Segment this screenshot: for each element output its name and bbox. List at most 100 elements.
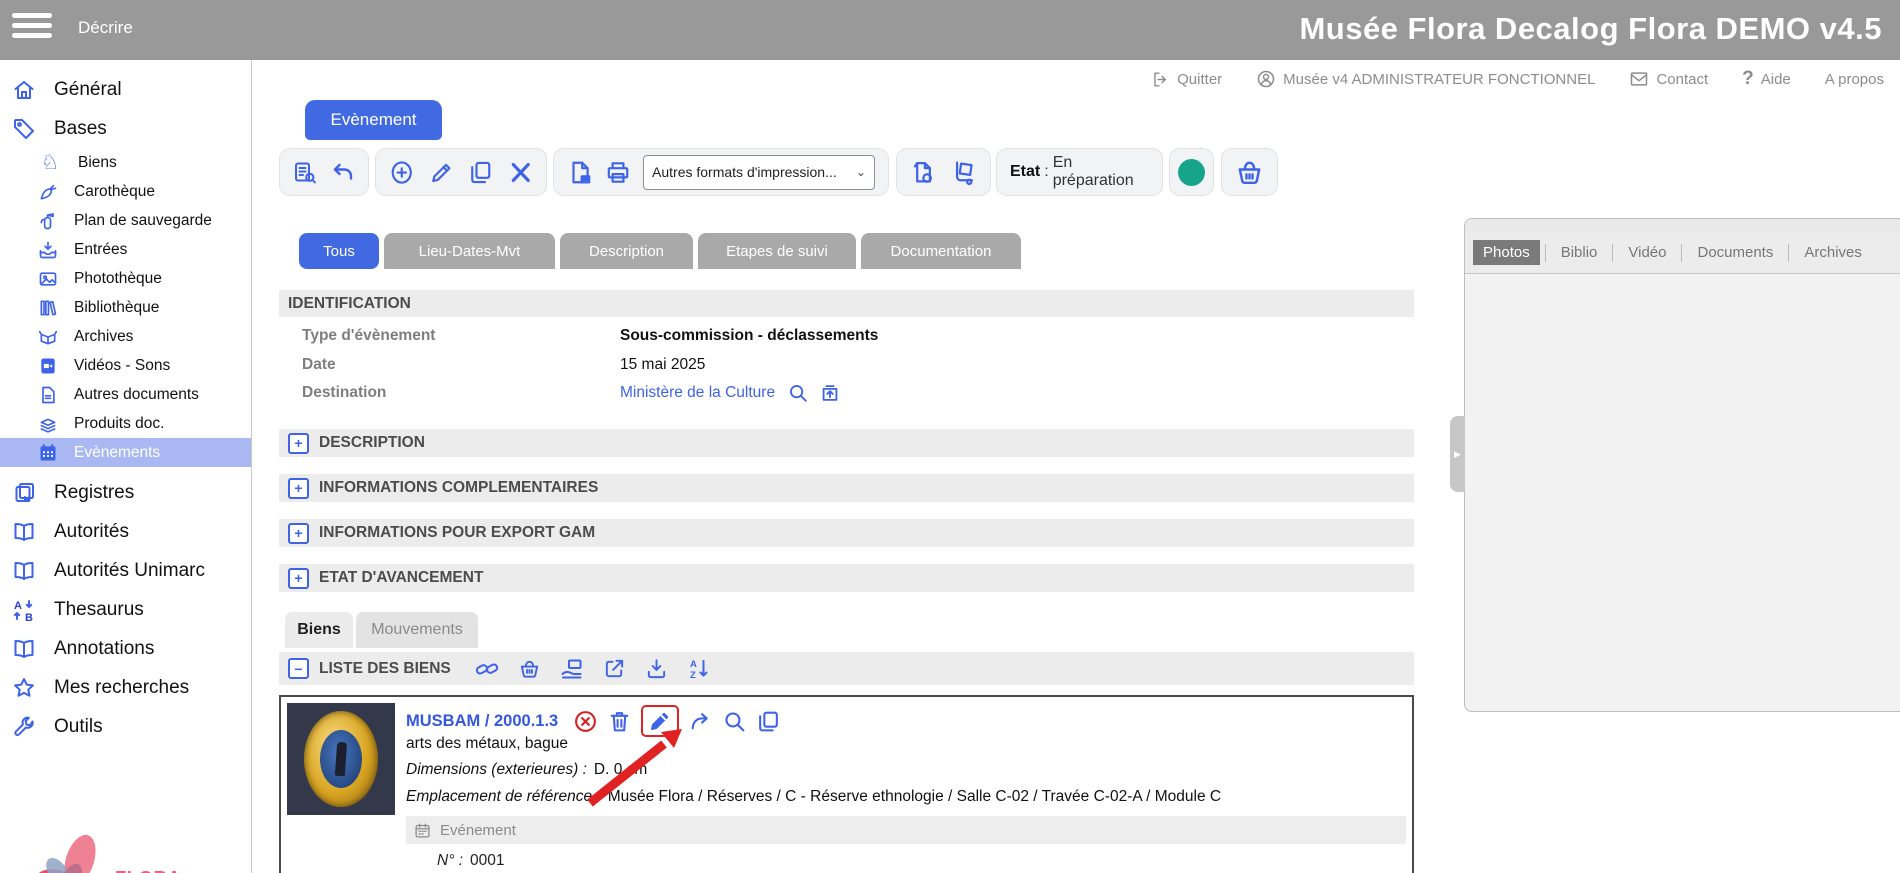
sidebar-item-evenements[interactable]: Evènements xyxy=(0,438,251,467)
printer-icon[interactable] xyxy=(605,159,631,186)
media-panel-tabs: Photos Biblio Vidéo Documents Archives xyxy=(1465,232,1900,274)
print-document-icon[interactable] xyxy=(567,159,593,186)
sidebar-item-general[interactable]: Général xyxy=(0,70,251,109)
wrench-icon xyxy=(12,715,36,739)
open-record-icon[interactable] xyxy=(819,382,841,404)
section-title: INFORMATIONS POUR EXPORT GAM xyxy=(319,524,595,542)
expand-plus-icon[interactable]: + xyxy=(288,478,309,499)
user-name: Musée v4 ADMINISTRATEUR FONCTIONNEL xyxy=(1283,71,1595,88)
quit-link[interactable]: Quitter xyxy=(1151,70,1222,89)
field-date: Date 15 mai 2025 xyxy=(302,354,705,376)
duplicate-icon[interactable] xyxy=(468,159,494,186)
link-chain-icon[interactable] xyxy=(475,657,499,681)
item-event-subheader: Evénement xyxy=(406,816,1406,844)
item-number-line: N° :0001 xyxy=(437,852,505,870)
tab-separator xyxy=(1788,244,1789,262)
status-indicator xyxy=(1169,148,1214,196)
search-item-icon[interactable] xyxy=(722,709,747,734)
tab-tous[interactable]: Tous xyxy=(299,233,379,269)
hamburger-menu-icon[interactable] xyxy=(12,13,52,47)
svg-text:A: A xyxy=(690,659,697,670)
trash-icon[interactable] xyxy=(607,709,632,734)
sidebar-item-carotheque[interactable]: Carothèque xyxy=(0,177,251,206)
dimensions-value: D. 0 cm xyxy=(594,761,647,778)
delete-x-icon[interactable] xyxy=(508,159,534,186)
question-mark-icon: ? xyxy=(1742,68,1754,90)
remove-circle-icon[interactable] xyxy=(573,709,598,734)
share-forward-icon[interactable] xyxy=(688,709,713,734)
sidebar-item-outils[interactable]: Outils xyxy=(0,707,251,746)
toolbar-group-print: Autres formats d'impression... ⌄ xyxy=(553,148,889,196)
sidebar-item-plan-sauvegarde[interactable]: Plan de sauvegarde xyxy=(0,206,251,235)
expand-plus-icon[interactable]: + xyxy=(288,523,309,544)
undo-icon[interactable] xyxy=(331,159,355,186)
contact-link[interactable]: Contact xyxy=(1629,69,1708,89)
basket-icon[interactable] xyxy=(1235,158,1264,187)
item-thumbnail[interactable] xyxy=(287,703,395,815)
media-tab-photos[interactable]: Photos xyxy=(1473,240,1540,265)
expand-plus-icon[interactable]: + xyxy=(288,568,309,589)
list-search-icon[interactable] xyxy=(293,159,317,186)
sidebar-item-annotations[interactable]: Annotations xyxy=(0,629,251,668)
sidebar-item-mes-recherches[interactable]: Mes recherches xyxy=(0,668,251,707)
sidebar-item-autorites[interactable]: Autorités xyxy=(0,512,251,551)
sidebar-item-archives[interactable]: Archives xyxy=(0,322,251,351)
trolley-icon[interactable] xyxy=(951,159,978,186)
user-icon xyxy=(1256,69,1276,89)
toolbar-group-edit xyxy=(375,148,547,196)
sidebar-item-produits-doc[interactable]: Produits doc. xyxy=(0,409,251,438)
sidebar-item-autorites-unimarc[interactable]: Autorités Unimarc xyxy=(0,551,251,590)
tab-description[interactable]: Description xyxy=(560,233,693,269)
emplacement-value: Musée Flora / Réserves / C - Réserve eth… xyxy=(608,788,1221,805)
sidebar-item-registres[interactable]: Registres xyxy=(0,473,251,512)
identification-title: IDENTIFICATION xyxy=(288,295,411,313)
tab-documentation[interactable]: Documentation xyxy=(861,233,1021,269)
tab-biens[interactable]: Biens xyxy=(285,612,353,648)
record-type-tab[interactable]: Evènement xyxy=(305,100,442,140)
sidebar-item-autres-documents[interactable]: Autres documents xyxy=(0,380,251,409)
search-icon[interactable] xyxy=(787,382,809,404)
inbox-download-icon xyxy=(38,240,58,260)
media-tab-documents[interactable]: Documents xyxy=(1687,240,1783,265)
panel-expander-handle[interactable]: ▶ xyxy=(1450,416,1465,492)
tab-lieu-dates-mvt[interactable]: Lieu-Dates-Mvt xyxy=(384,233,555,269)
expand-plus-icon[interactable]: + xyxy=(288,433,309,454)
sidebar-item-thesaurus[interactable]: AB Thesaurus xyxy=(0,590,251,629)
add-record-icon[interactable] xyxy=(389,159,415,186)
collapse-minus-icon[interactable]: − xyxy=(288,658,309,679)
field-label: Destination xyxy=(302,384,620,402)
about-link[interactable]: A propos xyxy=(1825,71,1884,88)
sidebar-item-entrees[interactable]: Entrées xyxy=(0,235,251,264)
user-account[interactable]: Musée v4 ADMINISTRATEUR FONCTIONNEL xyxy=(1256,69,1595,89)
sidebar-item-videos-sons[interactable]: Vidéos - Sons xyxy=(0,351,251,380)
sidebar-item-bases[interactable]: Bases xyxy=(0,109,251,148)
registers-icon xyxy=(12,481,36,505)
media-tab-archives[interactable]: Archives xyxy=(1794,240,1872,265)
numero-label: N° : xyxy=(437,852,463,869)
item-inventory-link[interactable]: MUSBAM / 2000.1.3 xyxy=(406,712,558,731)
attach-document-icon[interactable] xyxy=(910,159,937,186)
basket-small-icon[interactable] xyxy=(518,657,541,680)
hand-card-icon[interactable] xyxy=(560,657,584,681)
copy-item-icon[interactable] xyxy=(756,709,781,734)
media-tab-video[interactable]: Vidéo xyxy=(1618,240,1676,265)
tag-icon xyxy=(12,117,36,141)
destination-link[interactable]: Ministère de la Culture xyxy=(620,384,775,402)
external-link-icon[interactable] xyxy=(603,657,626,680)
sort-az-icon[interactable]: AZ xyxy=(687,657,711,681)
edit-item-pencil-icon[interactable] xyxy=(648,709,672,733)
sidebar-item-phototheque[interactable]: Photothèque xyxy=(0,264,251,293)
sidebar-item-biens[interactable]: ♘ Biens xyxy=(0,148,251,177)
tab-mouvements[interactable]: Mouvements xyxy=(356,612,478,648)
logo-brand-flora: FLORA xyxy=(115,867,181,873)
tab-etapes-de-suivi[interactable]: Etapes de suivi xyxy=(698,233,856,269)
sidebar-item-bibliotheque[interactable]: Bibliothèque xyxy=(0,293,251,322)
download-icon[interactable] xyxy=(645,657,668,680)
print-format-select[interactable]: Autres formats d'impression... ⌄ xyxy=(643,155,875,190)
home-icon xyxy=(12,78,36,102)
media-tab-biblio[interactable]: Biblio xyxy=(1551,240,1608,265)
section-title: ETAT D'AVANCEMENT xyxy=(319,569,483,587)
sidebar-item-label: Bases xyxy=(54,118,107,140)
help-link[interactable]: ? Aide xyxy=(1742,68,1791,90)
edit-pencil-icon[interactable] xyxy=(429,159,455,186)
